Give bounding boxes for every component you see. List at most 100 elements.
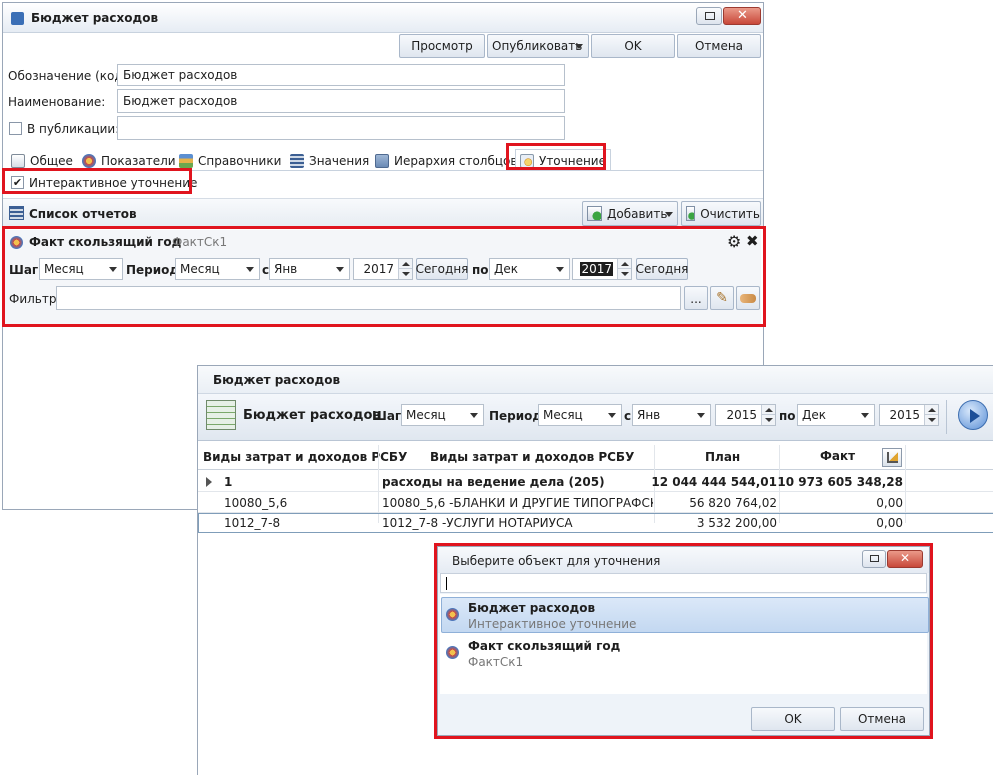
dialog-restore-icon xyxy=(870,555,879,562)
publish-checkbox[interactable] xyxy=(9,122,22,135)
grid-col-header-plan[interactable]: План xyxy=(705,445,740,469)
period-select[interactable]: Месяц xyxy=(175,258,260,280)
dialog-search-input[interactable] xyxy=(440,573,927,593)
clear-button[interactable]: Очистить xyxy=(681,201,761,226)
interactive-checkbox[interactable]: ✔ xyxy=(11,176,24,189)
chevron-down-icon xyxy=(575,44,583,49)
from-year-up-icon[interactable] xyxy=(398,259,412,269)
today-button-1[interactable]: Сегодня xyxy=(416,258,468,280)
budget-from-year-up-icon[interactable] xyxy=(761,405,775,415)
row3-name: 1012_7-8 -УСЛУГИ НОТАРИУСА xyxy=(382,516,573,530)
budget-to-month-chevron-icon xyxy=(861,413,869,418)
handshake-icon xyxy=(740,293,756,303)
item1-gauge-icon xyxy=(446,608,459,621)
play-triangle xyxy=(970,409,980,423)
filter-dots-button[interactable]: ... xyxy=(684,286,708,310)
budget-period-chevron-icon xyxy=(608,413,616,418)
budget-to-year-spinner[interactable]: 2015 xyxy=(879,404,939,426)
grid-col-header-fact[interactable]: Факт xyxy=(820,445,855,467)
budget-step-select[interactable]: Месяц xyxy=(401,404,484,426)
budget-to-year-up-icon[interactable] xyxy=(924,405,938,415)
cancel-button[interactable]: Отмена xyxy=(677,34,761,58)
tab-directories[interactable]: Справочники xyxy=(179,151,281,171)
remove-report-icon[interactable]: ✖ xyxy=(746,232,759,250)
from-month-select[interactable]: Янв xyxy=(269,258,350,280)
budget-period-select[interactable]: Месяц xyxy=(538,404,622,426)
budget-to-month-value: Дек xyxy=(802,408,827,422)
chart-toggle-icon[interactable] xyxy=(882,448,902,467)
preview-label: Просмотр xyxy=(411,39,473,53)
restore-button[interactable] xyxy=(696,7,722,25)
tab-refinement[interactable]: Уточнение xyxy=(515,149,611,171)
today-label-1: Сегодня xyxy=(415,262,469,276)
to-year-down-icon[interactable] xyxy=(617,269,631,279)
publish-flag-label: В публикации: xyxy=(27,122,120,136)
to-month-chevron-icon xyxy=(556,267,564,272)
brush-button[interactable]: ✎ xyxy=(710,286,734,310)
budget-from-year-spinner[interactable]: 2015 xyxy=(715,404,776,426)
add-report-icon xyxy=(587,206,602,221)
publish-input[interactable] xyxy=(117,116,565,140)
budget-to-month-select[interactable]: Дек xyxy=(797,404,875,426)
add-label: Добавить xyxy=(607,206,668,221)
ok-button[interactable]: OK xyxy=(591,34,675,58)
budget-to-year-value: 2015 xyxy=(889,408,920,422)
from-month-value: Янв xyxy=(274,262,298,276)
report-gauge-icon xyxy=(10,236,23,249)
tab-indicators[interactable]: Показатели xyxy=(82,151,176,171)
tab-indicators-label: Показатели xyxy=(101,154,176,168)
tab-values-label: Значения xyxy=(309,154,370,168)
text-caret xyxy=(446,576,447,590)
expand-row-icon[interactable] xyxy=(206,477,212,487)
budget-from-label: с xyxy=(624,409,632,423)
budget-from-year-down-icon[interactable] xyxy=(761,415,775,425)
brush-icon: ✎ xyxy=(716,290,728,306)
from-year-spinner[interactable]: 2017 xyxy=(353,258,413,280)
dialog-cancel-button[interactable]: Отмена xyxy=(840,707,924,731)
gear-icon[interactable]: ⚙ xyxy=(727,232,741,251)
add-button[interactable]: Добавить xyxy=(582,201,678,226)
budget-period-value: Месяц xyxy=(543,408,583,422)
step-select[interactable]: Месяц xyxy=(39,258,123,280)
close-button[interactable]: ✕ xyxy=(723,7,761,25)
tab-divider xyxy=(3,170,763,171)
dialog-ok-button[interactable]: OK xyxy=(751,707,835,731)
name-label: Наименование: xyxy=(8,95,106,109)
dialog-title-bar: Выберите объект для уточнения ✕ xyxy=(438,547,929,573)
preview-button[interactable]: Просмотр xyxy=(399,34,485,58)
name-input[interactable]: Бюджет расходов xyxy=(117,89,565,113)
to-year-spinner[interactable]: 2017 xyxy=(572,258,632,280)
play-icon[interactable] xyxy=(958,400,988,430)
chart-bars xyxy=(887,452,898,463)
tab-general[interactable]: Общее xyxy=(11,151,73,171)
main-window-title: Бюджет расходов xyxy=(31,11,159,25)
tab-values[interactable]: Значения xyxy=(290,151,369,171)
code-input[interactable]: Бюджет расходов xyxy=(117,64,565,86)
dialog-close-button[interactable]: ✕ xyxy=(887,550,923,568)
tab-general-label: Общее xyxy=(30,154,73,168)
dialog-title: Выберите объект для уточнения xyxy=(452,554,661,568)
select-object-dialog: Выберите объект для уточнения ✕ Бюджет р… xyxy=(437,546,930,736)
handshake-button[interactable] xyxy=(736,286,760,310)
budget-to-year-down-icon[interactable] xyxy=(924,415,938,425)
books-icon xyxy=(179,154,193,168)
period-value: Месяц xyxy=(180,262,220,276)
budget-from-month-select[interactable]: Янв xyxy=(632,404,711,426)
budget-from-month-value: Янв xyxy=(637,408,661,422)
dialog-restore-button[interactable] xyxy=(862,550,886,568)
grid-col-header-2[interactable]: Виды затрат и доходов РСБУ xyxy=(430,445,634,469)
to-year-up-icon[interactable] xyxy=(617,259,631,269)
budget-step-chevron-icon xyxy=(470,413,478,418)
grid-col-header-1[interactable]: Виды затрат и доходов РСБУ xyxy=(203,445,407,469)
publish-button[interactable]: Опубликовать xyxy=(487,34,589,58)
filter-input[interactable] xyxy=(56,286,681,310)
close-icon: ✕ xyxy=(737,8,748,23)
budget-from-year-value: 2015 xyxy=(726,408,757,422)
tab-hierarchy[interactable]: Иерархия столбцов xyxy=(375,151,517,171)
to-month-select[interactable]: Дек xyxy=(489,258,570,280)
row2-fact: 0,00 xyxy=(876,495,903,510)
app-logo-icon xyxy=(11,12,24,25)
today-button-2[interactable]: Сегодня xyxy=(636,258,688,280)
from-year-down-icon[interactable] xyxy=(398,269,412,279)
item1-title: Бюджет расходов xyxy=(468,601,596,615)
